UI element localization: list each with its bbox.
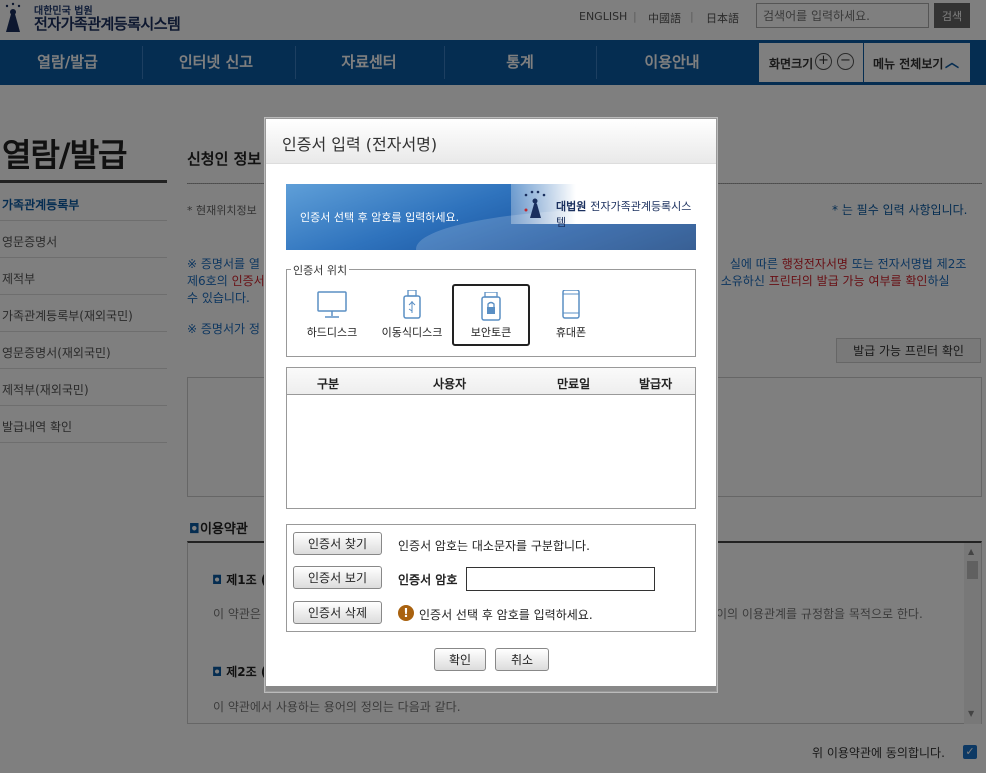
ok-button[interactable]: 확인 xyxy=(434,648,486,671)
certificate-password-input[interactable] xyxy=(466,567,655,591)
location-mobile-phone[interactable]: 휴대폰 xyxy=(532,284,610,346)
location-security-token[interactable]: 보안토큰 xyxy=(452,284,530,346)
certificate-list[interactable]: 구분 사용자 만료일 발급자 xyxy=(286,367,696,509)
delete-certificate-button[interactable]: 인증서 삭제 xyxy=(293,601,382,624)
location-hard-disk[interactable]: 하드디스크 xyxy=(293,284,371,346)
location-label: 하드디스크 xyxy=(306,326,358,339)
location-label: 휴대폰 xyxy=(555,326,587,339)
location-removable-disk[interactable]: 이동식디스크 xyxy=(373,284,451,346)
certificate-location-group: 인증서 위치 하드디스크 이동식디스크 보안토큰 휴대폰 xyxy=(286,262,696,357)
banner-logo: 대법원 전자가족관계등록시스템 xyxy=(556,198,696,230)
banner-logo-court: 대법원 xyxy=(556,200,587,213)
cancel-button[interactable]: 취소 xyxy=(495,648,549,671)
col-type: 구분 xyxy=(317,377,340,391)
certificate-list-header: 구분 사용자 만료일 발급자 xyxy=(287,368,695,395)
location-label: 보안토큰 xyxy=(470,326,512,339)
case-sensitive-note: 인증서 암호는 대소문자를 구분합니다. xyxy=(398,539,590,553)
dialog-bottom-bar xyxy=(266,686,716,691)
warning-text: 인증서 선택 후 암호를 입력하세요. xyxy=(419,608,593,622)
find-certificate-button[interactable]: 인증서 찾기 xyxy=(293,532,382,555)
usb-icon xyxy=(403,290,421,319)
location-label: 이동식디스크 xyxy=(381,326,443,339)
password-label: 인증서 암호 xyxy=(398,573,458,587)
certificate-actions: 인증서 찾기 인증서 암호는 대소문자를 구분합니다. 인증서 보기 인증서 암… xyxy=(286,524,696,632)
monitor-icon xyxy=(317,291,347,318)
dialog-banner: 인증서 선택 후 암호를 입력하세요. 대법원 전자가족관계등록시스템 xyxy=(286,184,696,250)
col-user: 사용자 xyxy=(433,377,467,391)
certificate-dialog: 인증서 입력 (전자서명) 인증서 선택 후 암호를 입력하세요. 대법원 전자… xyxy=(265,118,717,692)
dialog-header: 인증서 입력 (전자서명) xyxy=(266,119,716,164)
location-legend: 인증서 위치 xyxy=(291,262,350,278)
court-emblem-icon xyxy=(524,190,546,218)
col-issuer: 발급자 xyxy=(639,377,673,391)
warning-icon: ! xyxy=(398,605,414,621)
mobile-phone-icon xyxy=(562,290,580,319)
col-expiry: 만료일 xyxy=(557,377,591,391)
security-token-icon xyxy=(481,292,501,321)
view-certificate-button[interactable]: 인증서 보기 xyxy=(293,566,382,589)
dialog-title: 인증서 입력 (전자서명) xyxy=(282,135,438,154)
banner-text: 인증서 선택 후 암호를 입력하세요. xyxy=(300,211,460,224)
